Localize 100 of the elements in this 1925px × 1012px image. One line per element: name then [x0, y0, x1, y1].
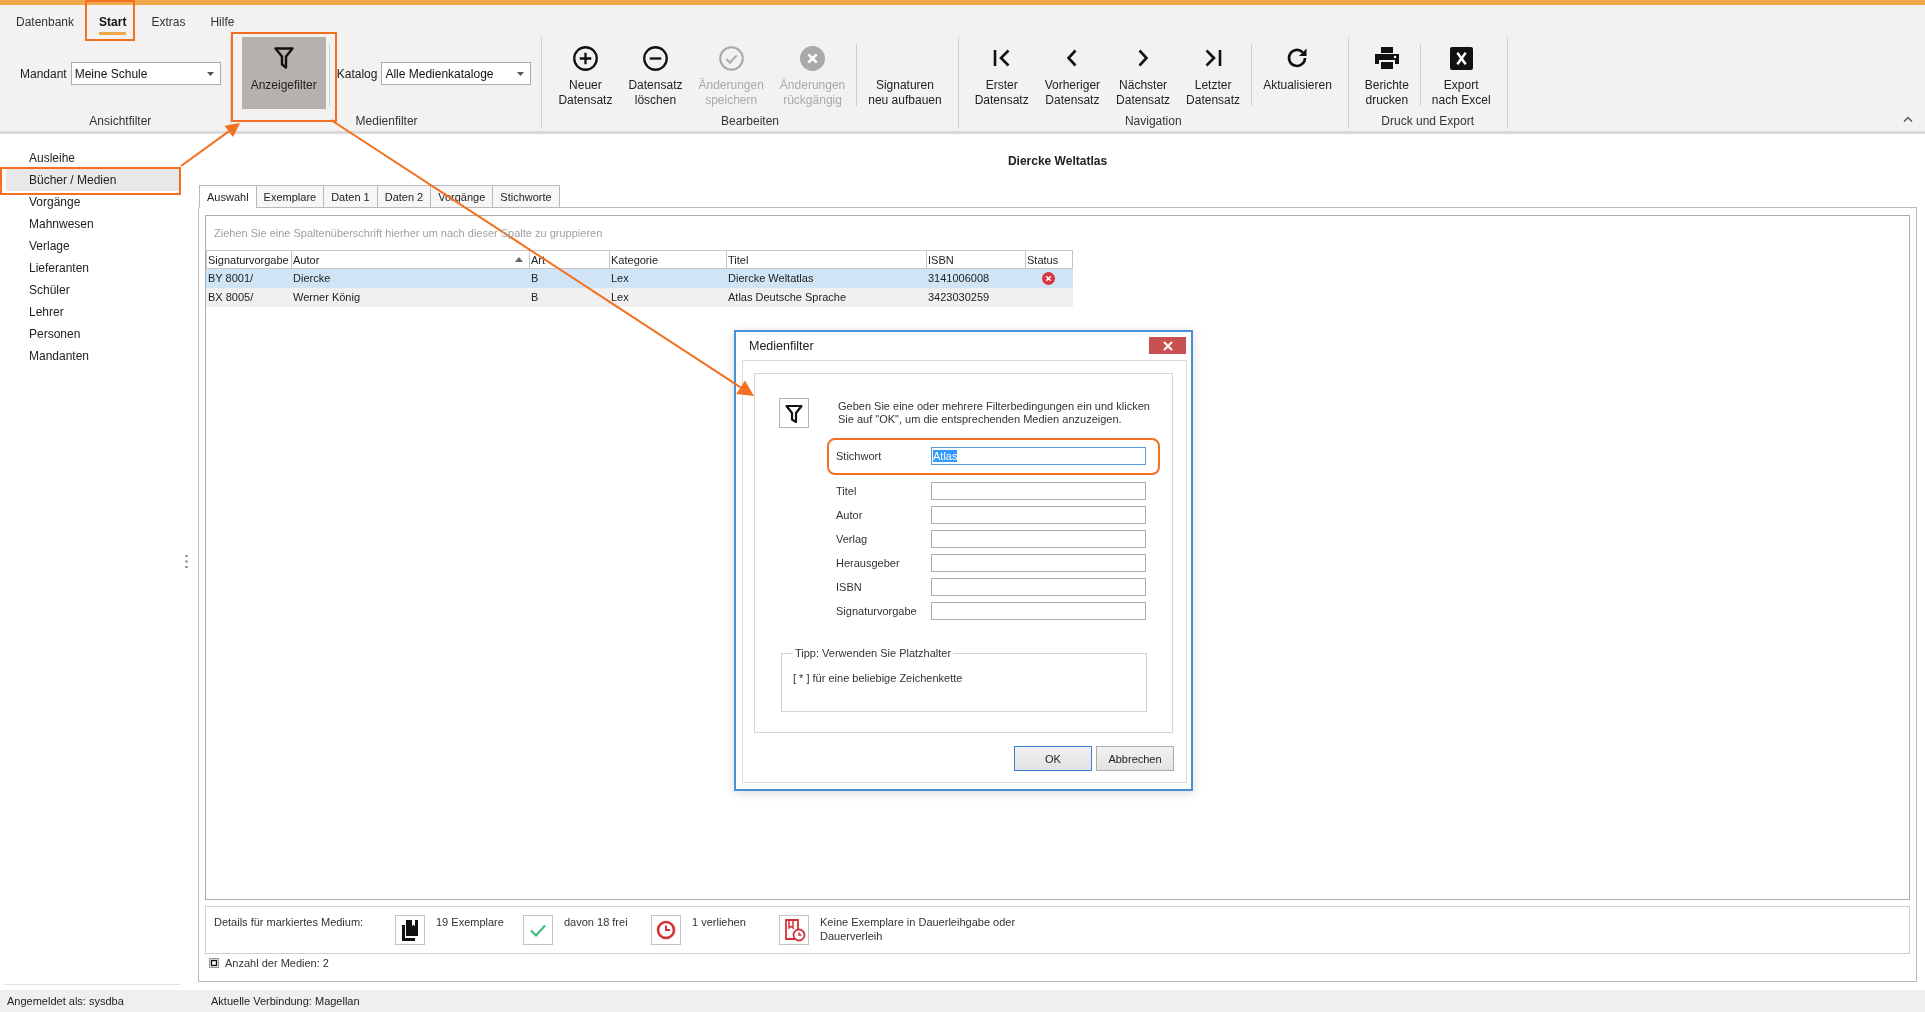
filter-icon — [779, 398, 809, 428]
chevron-right-icon — [1138, 49, 1149, 67]
field-label: ISBN — [836, 581, 863, 593]
ribbon-button[interactable]: Erster Datensatz — [968, 37, 1035, 109]
ribbon-button[interactable]: Datensatz löschen — [622, 37, 689, 109]
clock-icon — [651, 915, 681, 945]
dialog-message: Geben Sie eine oder mehrere Filterbedingungen ein und klicken Sie auf "OK", um die entsprechenden Medien anzuzeigen. — [838, 400, 1151, 426]
nav-item[interactable]: Bücher / Medien — [6, 169, 180, 191]
nav-item[interactable]: Verlage — [6, 235, 180, 257]
table-cell-text: Diercke — [292, 271, 332, 286]
bar-chevron-left-icon — [993, 49, 1011, 67]
tab[interactable]: Auswahl — [199, 185, 257, 208]
column-header[interactable]: Status — [1026, 251, 1073, 268]
tab[interactable]: Stichworte — [492, 185, 560, 208]
table-cell-text: B — [530, 290, 540, 305]
field-label: Signaturvorgabe — [836, 605, 918, 617]
table-row[interactable]: BY 8001/ Diercke B Lex Diercke Weltatlas 3141006008 — [206, 269, 1073, 288]
column-header[interactable]: ISBN — [927, 251, 1026, 268]
tab[interactable]: Exemplare — [255, 185, 325, 208]
check-icon — [523, 915, 553, 945]
caret-icon — [206, 71, 214, 76]
ribbon-button[interactable]: Vorheriger Datensatz — [1038, 37, 1107, 109]
column-header[interactable]: Kategorie — [610, 251, 727, 268]
nav-item[interactable]: Personen — [6, 323, 180, 345]
dropdown-field[interactable]: Meine Schule — [70, 62, 221, 85]
minus-circle-icon — [642, 45, 668, 71]
group-label: Ansichtfilter — [89, 114, 152, 128]
dialog-title: Medienfilter — [749, 338, 814, 355]
ribbon-button[interactable]: Aktualisieren — [1257, 37, 1338, 109]
table-cell-text: BY 8001/ — [207, 271, 255, 286]
ribbon-button[interactable]: Signaturen neu aufbauen — [862, 37, 948, 109]
chevron-bar-right-icon — [1204, 49, 1222, 67]
field-label: Titel — [836, 485, 858, 497]
close-button[interactable] — [1149, 337, 1186, 354]
column-header[interactable]: Signaturvorgabe — [207, 251, 292, 268]
status-text: Aktuelle Verbindung: Magellan — [211, 995, 360, 1007]
column-header[interactable]: Autor — [292, 251, 530, 268]
grip-icon[interactable] — [185, 555, 188, 568]
filter-icon — [273, 47, 294, 69]
status-text: Angemeldet als: sysdba — [7, 995, 125, 1007]
field-label: Katalog — [336, 66, 378, 81]
field-label: Autor — [836, 509, 864, 521]
book-clock-icon — [779, 915, 809, 945]
ribbon-button[interactable]: Nächster Datensatz — [1110, 37, 1177, 109]
group-label: Bearbeiten — [721, 114, 780, 128]
menu-tab[interactable]: Datenbank — [16, 12, 75, 35]
table-row[interactable]: BX 8005/ Werner König B Lex Atlas Deutsche Sprache 3423030259 — [206, 288, 1073, 307]
book-stack-icon — [395, 915, 425, 945]
nav-item[interactable]: Mandanten — [6, 345, 180, 367]
record-count: Anzahl der Medien: 2 — [225, 957, 329, 969]
nav-item[interactable]: Ausleihe — [6, 147, 180, 169]
text-field[interactable] — [931, 482, 1146, 500]
text-field[interactable] — [931, 530, 1146, 548]
pointer-arrow — [180, 123, 240, 167]
text-field[interactable] — [931, 578, 1146, 596]
menu-tab[interactable]: Extras — [151, 12, 186, 35]
group-label: Medienfilter — [355, 114, 418, 128]
dropdown-field[interactable]: Alle Medienkataloge — [381, 62, 532, 85]
nav-item[interactable]: Mahnwesen — [6, 213, 180, 235]
table-cell-text: 3423030259 — [927, 290, 991, 305]
column-header[interactable]: Titel — [727, 251, 927, 268]
dotted-square-icon[interactable] — [209, 958, 219, 968]
details-label: Details für markiertes Medium: — [214, 915, 365, 929]
cross-circle-icon — [800, 45, 826, 71]
dialog-button[interactable]: Abbrechen — [1096, 746, 1174, 771]
menu-tab[interactable]: Hilfe — [210, 12, 235, 35]
text-field[interactable] — [931, 602, 1146, 620]
ribbon-button[interactable]: Neuer Datensatz — [552, 37, 619, 109]
nav-item[interactable]: Vorgänge — [6, 191, 180, 213]
collapse-caret-icon[interactable] — [1903, 116, 1913, 122]
table-cell-text: Lex — [610, 271, 630, 286]
nav-item[interactable]: Lieferanten — [6, 257, 180, 279]
ribbon-button[interactable]: Export nach Excel — [1425, 37, 1497, 109]
table-cell-text: Lex — [610, 290, 630, 305]
close-icon — [1162, 340, 1173, 351]
tab[interactable]: Daten 1 — [323, 185, 378, 208]
ribbon-button[interactable]: Berichte drucken — [1358, 37, 1415, 109]
field-label: Verlag — [836, 533, 869, 545]
ribbon-button[interactable]: Letzter Datensatz — [1180, 37, 1247, 109]
text-field[interactable] — [931, 554, 1146, 572]
refresh-icon — [1286, 47, 1309, 69]
tab[interactable]: Daten 2 — [376, 185, 432, 208]
detail-text: 1 verliehen — [692, 915, 746, 929]
field-label: Mandant — [20, 66, 67, 81]
tip-text: [ * ] für eine beliebige Zeichenkette — [793, 671, 964, 685]
group-label: Druck und Export — [1381, 114, 1475, 128]
nav-item[interactable]: Schüler — [6, 279, 180, 301]
text-field[interactable] — [931, 506, 1146, 524]
tip-legend: Tipp: Verwenden Sie Platzhalter — [793, 647, 954, 659]
check-circle-icon — [718, 45, 744, 71]
field-label: Herausgeber — [836, 557, 901, 569]
nav-item[interactable]: Lehrer — [6, 301, 180, 323]
x-tile-icon — [1449, 46, 1473, 70]
ribbon-button[interactable]: Anzeigefilter — [241, 37, 326, 109]
plus-circle-icon — [572, 45, 598, 71]
caret-icon — [517, 71, 525, 76]
group-label: Navigation — [1124, 114, 1182, 128]
dialog-button[interactable]: OK — [1014, 746, 1092, 771]
printer-icon — [1373, 46, 1400, 70]
chevron-left-icon — [1067, 49, 1078, 67]
